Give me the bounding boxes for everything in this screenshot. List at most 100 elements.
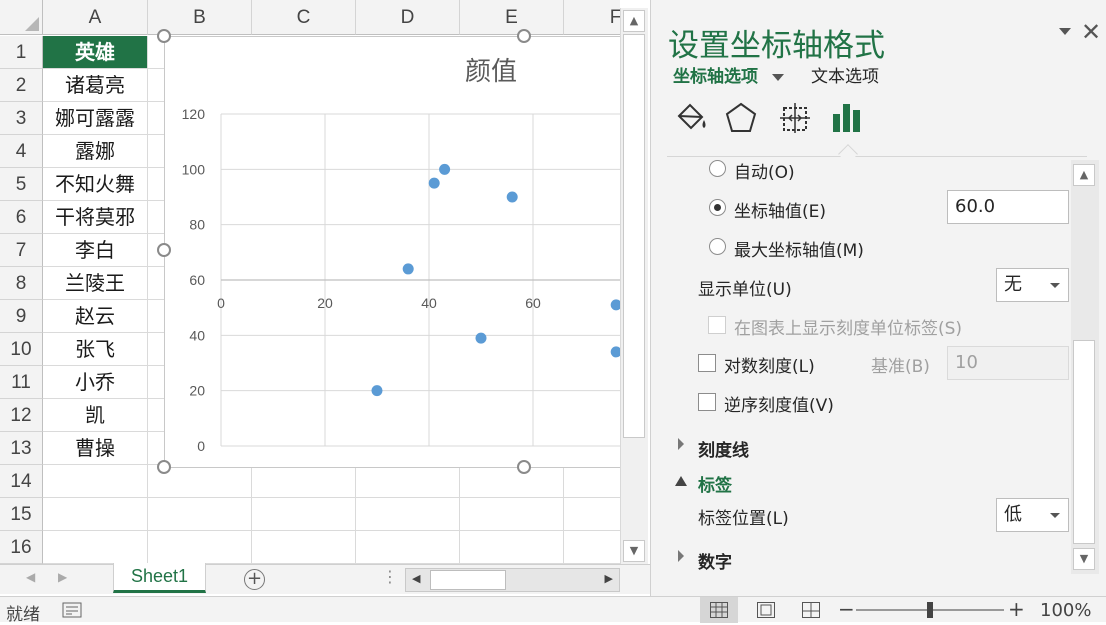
base-input[interactable]: 10 bbox=[947, 346, 1069, 380]
cell-a16[interactable] bbox=[43, 531, 148, 564]
y-tick-label[interactable]: 60 bbox=[189, 272, 205, 288]
chart-resize-handle-bm[interactable] bbox=[517, 460, 531, 474]
y-tick-label[interactable]: 20 bbox=[189, 383, 205, 399]
x-tick-label[interactable]: 60 bbox=[525, 295, 541, 311]
hscroll-right-icon[interactable]: ▶ bbox=[605, 572, 613, 585]
display-units-dropdown[interactable]: 无 bbox=[996, 268, 1069, 302]
cell-e14[interactable] bbox=[460, 465, 564, 498]
hscroll-left-icon[interactable]: ◀ bbox=[412, 572, 420, 585]
axis-options-icon[interactable] bbox=[829, 100, 865, 136]
scroll-thumb[interactable] bbox=[623, 34, 645, 438]
row-header-12[interactable]: 12 bbox=[0, 399, 43, 432]
hscroll-thumb[interactable] bbox=[430, 570, 506, 590]
cell-a1[interactable]: 英雄 bbox=[43, 36, 148, 69]
column-header-e[interactable]: E bbox=[460, 0, 564, 35]
section-labels[interactable]: 标签 bbox=[698, 471, 732, 496]
data-point[interactable] bbox=[506, 191, 518, 203]
radio-auto[interactable] bbox=[709, 160, 726, 177]
sheet-tab[interactable]: Sheet1 bbox=[113, 563, 206, 593]
y-tick-label[interactable]: 0 bbox=[197, 438, 205, 454]
chart-resize-handle-tm[interactable] bbox=[517, 29, 531, 43]
cell-c15[interactable] bbox=[252, 498, 356, 531]
y-tick-label[interactable]: 100 bbox=[182, 161, 206, 177]
show-units-label-checkbox[interactable] bbox=[708, 316, 726, 334]
column-header-a[interactable]: A bbox=[43, 0, 148, 35]
row-header-15[interactable]: 15 bbox=[0, 498, 43, 531]
row-header-4[interactable]: 4 bbox=[0, 135, 43, 168]
data-point[interactable] bbox=[610, 346, 620, 358]
cell-c16[interactable] bbox=[252, 531, 356, 564]
row-header-13[interactable]: 13 bbox=[0, 432, 43, 465]
cell-b16[interactable] bbox=[148, 531, 252, 564]
data-point[interactable] bbox=[610, 299, 620, 311]
macro-record-icon[interactable] bbox=[62, 602, 82, 618]
row-header-9[interactable]: 9 bbox=[0, 300, 43, 333]
cell-d14[interactable] bbox=[356, 465, 460, 498]
scroll-up-button[interactable]: ▲ bbox=[623, 10, 645, 32]
section-number[interactable]: 数字 bbox=[698, 548, 732, 573]
row-header-11[interactable]: 11 bbox=[0, 366, 43, 399]
radio-max-axis-value[interactable] bbox=[709, 238, 726, 255]
select-all-corner[interactable] bbox=[0, 0, 43, 35]
size-properties-icon[interactable] bbox=[777, 100, 813, 136]
section-tick-marks-expand-icon[interactable] bbox=[678, 438, 684, 450]
section-tick-marks[interactable]: 刻度线 bbox=[698, 436, 749, 461]
row-header-10[interactable]: 10 bbox=[0, 333, 43, 366]
zoom-level[interactable]: 100% bbox=[1040, 600, 1091, 621]
cell-e15[interactable] bbox=[460, 498, 564, 531]
y-tick-label[interactable]: 40 bbox=[189, 327, 205, 343]
cell-a12[interactable]: 凯 bbox=[43, 399, 148, 432]
chart-plot-area[interactable]: 0 20 40 60 80 100 120 0 20 40 60 bbox=[165, 37, 620, 469]
y-tick-label[interactable]: 80 bbox=[189, 217, 205, 233]
axis-value-input[interactable]: 60.0 bbox=[947, 190, 1069, 224]
pane-options-chevron-icon[interactable] bbox=[1059, 28, 1071, 35]
label-position-dropdown[interactable]: 低 bbox=[996, 498, 1069, 532]
zoom-slider[interactable] bbox=[856, 602, 1004, 618]
chart-resize-handle-ml[interactable] bbox=[157, 243, 171, 257]
row-header-16[interactable]: 16 bbox=[0, 531, 43, 564]
tab-scroll-right-icon[interactable]: ▶ bbox=[58, 570, 67, 584]
cell-e16[interactable] bbox=[460, 531, 564, 564]
cell-a5[interactable]: 不知火舞 bbox=[43, 168, 148, 201]
row-header-14[interactable]: 14 bbox=[0, 465, 43, 498]
cell-a11[interactable]: 小乔 bbox=[43, 366, 148, 399]
add-sheet-button[interactable]: + bbox=[244, 569, 265, 590]
pane-scroll-down-button[interactable]: ▼ bbox=[1073, 548, 1095, 570]
section-number-expand-icon[interactable] bbox=[678, 550, 684, 562]
data-point[interactable] bbox=[428, 177, 440, 189]
data-point[interactable] bbox=[439, 163, 451, 175]
view-normal-button[interactable] bbox=[700, 597, 738, 623]
tab-scroll-left-icon[interactable]: ◀ bbox=[26, 570, 35, 584]
cell-a4[interactable]: 露娜 bbox=[43, 135, 148, 168]
column-header-d[interactable]: D bbox=[356, 0, 460, 35]
row-header-6[interactable]: 6 bbox=[0, 201, 43, 234]
fill-line-icon[interactable] bbox=[673, 100, 709, 136]
pane-scrollbar[interactable]: ▲ ▼ bbox=[1071, 160, 1099, 574]
data-point[interactable] bbox=[475, 332, 487, 344]
reverse-order-checkbox[interactable] bbox=[698, 393, 716, 411]
x-tick-label[interactable]: 0 bbox=[217, 295, 225, 311]
pane-scroll-thumb[interactable] bbox=[1073, 340, 1095, 544]
cell-a2[interactable]: 诸葛亮 bbox=[43, 69, 148, 102]
column-header-f[interactable]: F bbox=[564, 0, 620, 35]
cell-d15[interactable] bbox=[356, 498, 460, 531]
scroll-down-button[interactable]: ▼ bbox=[623, 540, 645, 562]
cell-a13[interactable]: 曹操 bbox=[43, 432, 148, 465]
zoom-out-button[interactable]: − bbox=[838, 597, 855, 621]
cell-d16[interactable] bbox=[356, 531, 460, 564]
cell-a10[interactable]: 张飞 bbox=[43, 333, 148, 366]
cell-a14[interactable] bbox=[43, 465, 148, 498]
zoom-slider-thumb[interactable] bbox=[927, 602, 933, 618]
vertical-scrollbar[interactable]: ▲ ▼ bbox=[620, 8, 648, 564]
cell-a9[interactable]: 赵云 bbox=[43, 300, 148, 333]
data-point[interactable] bbox=[402, 263, 414, 275]
tab-axis-options[interactable]: 坐标轴选项 bbox=[673, 62, 784, 87]
cell-a15[interactable] bbox=[43, 498, 148, 531]
data-point[interactable] bbox=[371, 385, 383, 397]
y-tick-label[interactable]: 120 bbox=[182, 106, 206, 122]
scatter-chart[interactable]: 颜值 0 20 40 60 80 100 120 0 20 40 60 bbox=[164, 36, 620, 468]
radio-axis-value[interactable] bbox=[709, 199, 726, 216]
pane-scroll-up-button[interactable]: ▲ bbox=[1073, 164, 1095, 186]
page-break-view-icon[interactable] bbox=[802, 602, 820, 618]
splitter-icon[interactable]: ⋮ bbox=[382, 567, 398, 586]
